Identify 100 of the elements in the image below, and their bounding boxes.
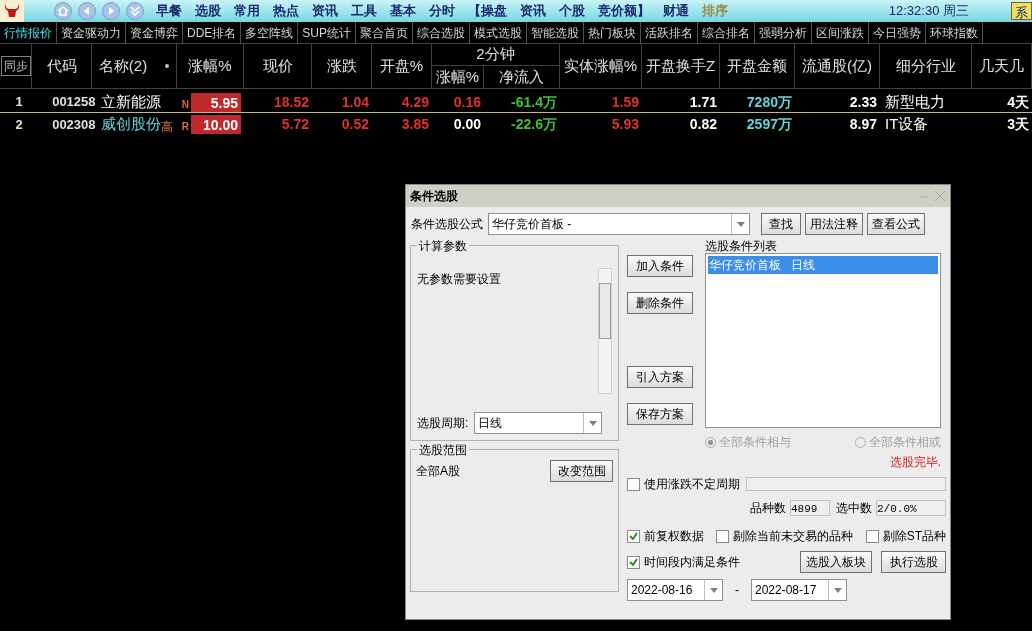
group-title: 选股范围: [417, 441, 469, 459]
field-label: 选中数: [836, 500, 872, 517]
menu-item[interactable]: 早餐: [156, 1, 182, 21]
column-header[interactable]: 开盘金额: [720, 44, 795, 88]
checkbox[interactable]: 时间段内满足条件: [627, 553, 740, 571]
column-header[interactable]: 细分行业: [880, 44, 972, 88]
tab[interactable]: 综合排名: [698, 21, 756, 44]
tab[interactable]: 热门板块: [584, 21, 642, 44]
tab[interactable]: 行情报价: [0, 21, 57, 44]
menu-item[interactable]: 工具: [351, 1, 377, 21]
status-text: 选股完毕.: [888, 454, 941, 471]
tab[interactable]: DDE排名: [183, 21, 242, 44]
tab[interactable]: 聚合首页: [356, 21, 414, 44]
table-cell-text: 002308: [51, 115, 96, 134]
formula-dropdown[interactable]: 华仔竞价首板 -: [488, 213, 750, 235]
button[interactable]: 查看公式: [867, 213, 925, 235]
menu-item[interactable]: 财通: [663, 1, 689, 21]
button[interactable]: 选股入板块: [800, 551, 872, 573]
period-dropdown[interactable]: 日线: [474, 412, 603, 434]
sync-button[interactable]: 同步: [0, 56, 31, 76]
menu-item[interactable]: 竞价额】: [598, 1, 650, 21]
check-icon: [629, 531, 638, 541]
checkbox[interactable]: 剔除当前未交易的品种: [716, 527, 854, 545]
menu-item[interactable]: 资讯: [312, 1, 338, 21]
separator-text: -: [735, 582, 739, 599]
menu-item[interactable]: 选股: [195, 1, 221, 21]
dropdown-icon: [709, 587, 718, 593]
tab[interactable]: 综合选股: [413, 21, 471, 44]
dropdown-icon: [736, 221, 745, 227]
tab[interactable]: 强弱分析: [755, 21, 813, 44]
forward-icon[interactable]: [102, 2, 120, 20]
menu-item[interactable]: 分时: [429, 1, 455, 21]
button[interactable]: 执行选股: [881, 551, 946, 573]
tag-text: R: [181, 120, 189, 134]
button[interactable]: 保存方案: [627, 403, 693, 425]
table-cell-text: 5.72: [281, 115, 309, 134]
button[interactable]: 删除条件: [627, 292, 693, 314]
clock-text: 12:32:30 周三: [888, 2, 969, 21]
column-header[interactable]: 实体涨幅%: [560, 44, 642, 88]
menu-item[interactable]: 个股: [559, 1, 585, 21]
column-header[interactable]: 开盘换手Z: [642, 44, 720, 88]
list-label: 选股条件列表: [705, 238, 778, 253]
tab[interactable]: 智能选股: [527, 21, 585, 44]
button[interactable]: 用法注释: [805, 213, 863, 235]
column-group-header: 2分钟: [432, 44, 559, 66]
tab[interactable]: 区间涨跌: [812, 21, 870, 44]
stock-name[interactable]: 威创股份: [100, 113, 161, 136]
tab[interactable]: 资金驱动力: [57, 21, 126, 44]
table-cell-text: 4.29: [401, 92, 429, 112]
checkbox[interactable]: 剔除ST品种: [865, 527, 946, 545]
back-icon[interactable]: [78, 2, 96, 20]
column-header[interactable]: 现价: [244, 44, 312, 88]
checkbox[interactable]: 使用涨跌不定周期: [627, 475, 740, 493]
tab[interactable]: 今日强势: [869, 21, 927, 44]
tab[interactable]: 模式选股: [470, 21, 528, 44]
column-header[interactable]: 名称(2): [98, 54, 148, 78]
button[interactable]: 引入方案: [627, 366, 693, 388]
tab[interactable]: SUP统计: [298, 21, 357, 44]
input-field[interactable]: 4899: [790, 500, 830, 516]
double-down-icon[interactable]: [126, 2, 144, 20]
tag-text: 高: [160, 119, 173, 136]
menu-item[interactable]: 基本: [390, 1, 416, 21]
menu-item[interactable]: 常用: [234, 1, 260, 21]
date-field[interactable]: 2022-08-16: [627, 579, 723, 601]
row-number: 2: [14, 115, 24, 134]
button[interactable]: 改变范围: [550, 460, 613, 482]
tab[interactable]: 活跃排名: [641, 21, 699, 44]
column-header[interactable]: 代码: [32, 44, 92, 88]
system-button[interactable]: 系: [1011, 2, 1032, 20]
table-cell-text: 18.52: [273, 92, 309, 112]
checkbox[interactable]: 前复权数据: [627, 527, 704, 545]
button[interactable]: 加入条件: [627, 255, 693, 277]
group-title: 计算参数: [417, 237, 469, 255]
menu-item[interactable]: 热点: [273, 1, 299, 21]
stock-name[interactable]: 立新能源: [100, 90, 161, 114]
table-cell-text: 4天: [1007, 92, 1029, 112]
column-header[interactable]: 几天几: [972, 44, 1032, 88]
table-cell-text: 5.93: [611, 115, 639, 134]
scrollbar[interactable]: [598, 268, 612, 394]
column-header[interactable]: 涨跌: [312, 44, 372, 88]
column-header[interactable]: 开盘%: [372, 44, 432, 88]
tab[interactable]: 环球指数: [926, 21, 984, 44]
date-field[interactable]: 2022-08-17: [751, 579, 847, 601]
input-field[interactable]: [746, 477, 946, 491]
menu-item[interactable]: 【操盘: [468, 1, 507, 21]
column-header[interactable]: 流通股(亿): [795, 44, 880, 88]
tag-text: N: [181, 97, 189, 112]
home-icon[interactable]: [54, 2, 72, 20]
close-icon[interactable]: [934, 190, 946, 202]
table-cell-text: 0.82: [689, 115, 717, 134]
column-header[interactable]: 涨幅%: [177, 44, 244, 88]
dropdown-icon: [588, 420, 597, 426]
menu-item[interactable]: 资讯: [520, 1, 546, 21]
input-field[interactable]: 2/0.0%: [876, 500, 946, 516]
button[interactable]: 查找: [761, 213, 801, 235]
tab[interactable]: 资金博弈: [126, 21, 183, 44]
tab[interactable]: 多空阵线: [241, 21, 299, 44]
column-header[interactable]: 净流入: [483, 66, 559, 88]
dropdown-icon: [833, 587, 842, 593]
column-header[interactable]: 涨幅%: [432, 66, 484, 88]
